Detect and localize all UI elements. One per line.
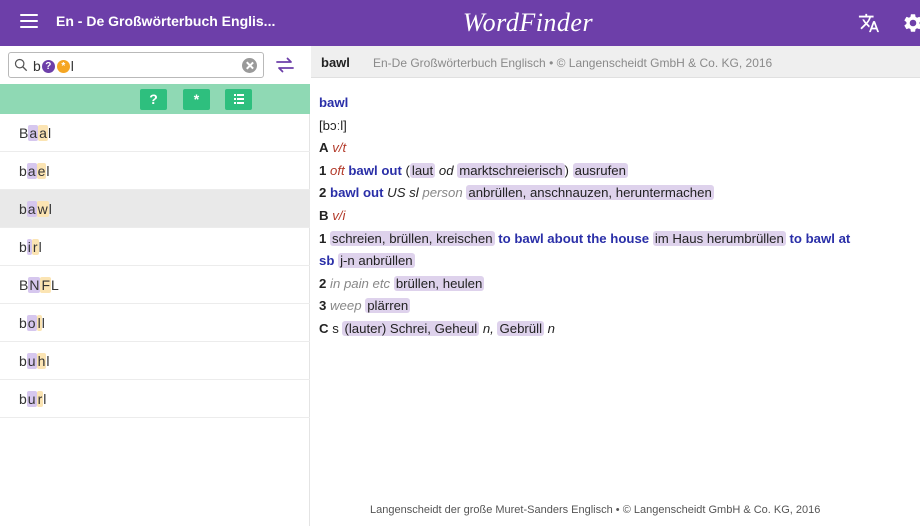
search-query-suffix: l [70,58,74,74]
results-panel: b ? * l ? * Baal bael bawl birl BNFL bol… [0,46,310,526]
sense-b2: 2 in pain etc brüllen, heulen [319,275,485,291]
swap-direction-icon[interactable] [274,56,296,74]
translation-link[interactable]: laut [409,162,436,178]
sense-a1: 1 oft bawl out (laut od marktschreierisc… [319,162,628,178]
list-item[interactable]: buhl [0,342,310,380]
search-query: b ? * l [33,57,74,75]
list-item[interactable]: bael [0,152,310,190]
list-icon [233,94,244,104]
gear-icon[interactable] [902,12,920,34]
translation-link[interactable]: marktschreierisch [457,162,565,178]
sense-a2: 2 bawl out US sl person anbrüllen, ansch… [319,185,714,201]
app-title: WordFinder [462,8,594,37]
translation-link[interactable]: brüllen, heulen [393,275,485,291]
list-item[interactable]: Baal [0,114,310,152]
clear-search-icon[interactable] [242,58,257,73]
entry-pronunciation: [bɔːl] [319,117,347,133]
filter-bar: ? * [0,84,310,114]
sense-b1-continued: sb j-n anbrüllen [319,253,415,269]
dictionary-selector[interactable]: En - De Großwörterbuch Englis... [56,13,275,29]
dictionary-entry: bawl [bɔːl] A v/t 1 oft bawl out (laut o… [319,92,915,341]
translate-icon[interactable] [858,12,880,34]
translation-link[interactable]: (lauter) Schrei, Geheul [342,320,480,336]
list-item[interactable]: birl [0,228,310,266]
entry-header-headword: bawl [321,55,350,70]
search-input[interactable]: b ? * l [8,52,264,78]
translation-link[interactable]: plärren [365,298,411,314]
translation-link[interactable]: anbrüllen, anschnauzen, heruntermachen [466,185,714,201]
sense-b3: 3 weep plärren [319,298,411,314]
translation-link[interactable]: ausrufen [572,162,628,178]
entry-header: bawl En-De Großwörterbuch Englisch • © L… [311,46,920,78]
entry-panel: bawl En-De Großwörterbuch Englisch • © L… [311,46,920,526]
list-item[interactable]: BNFL [0,266,310,304]
list-item[interactable]: burl [0,380,310,418]
filter-list-button[interactable] [225,89,252,110]
app-header: En - De Großwörterbuch Englis... WordFin… [0,0,920,46]
search-row: b ? * l [0,46,310,84]
list-item[interactable]: boll [0,304,310,342]
wildcard-question-icon: ? [41,59,55,73]
list-item-selected[interactable]: bawl [0,190,310,228]
translation-link[interactable]: Gebrüll [497,320,544,336]
search-icon [14,58,28,72]
filter-multi-char-button[interactable]: * [183,89,210,110]
copyright-footer: Langenscheidt der große Muret-Sanders En… [370,504,821,516]
results-list: Baal bael bawl birl BNFL boll buhl burl [0,114,310,418]
sense-c: C s (lauter) Schrei, Geheul n, Gebrüll n [319,320,556,336]
entry-headword: bawl [319,95,349,110]
search-query-prefix: b [33,58,41,74]
hamburger-menu-icon[interactable] [20,14,38,28]
filter-single-char-button[interactable]: ? [140,89,167,110]
translation-link[interactable]: im Haus herumbrüllen [652,230,786,246]
wildcard-star-icon: * [56,59,70,73]
translation-link[interactable]: schreien, brüllen, kreischen [330,230,495,246]
entry-header-source: En-De Großwörterbuch Englisch • © Langen… [373,56,773,70]
translation-link[interactable]: j-n anbrüllen [338,253,415,269]
sense-b1: 1 schreien, brüllen, kreischen to bawl a… [319,230,851,246]
